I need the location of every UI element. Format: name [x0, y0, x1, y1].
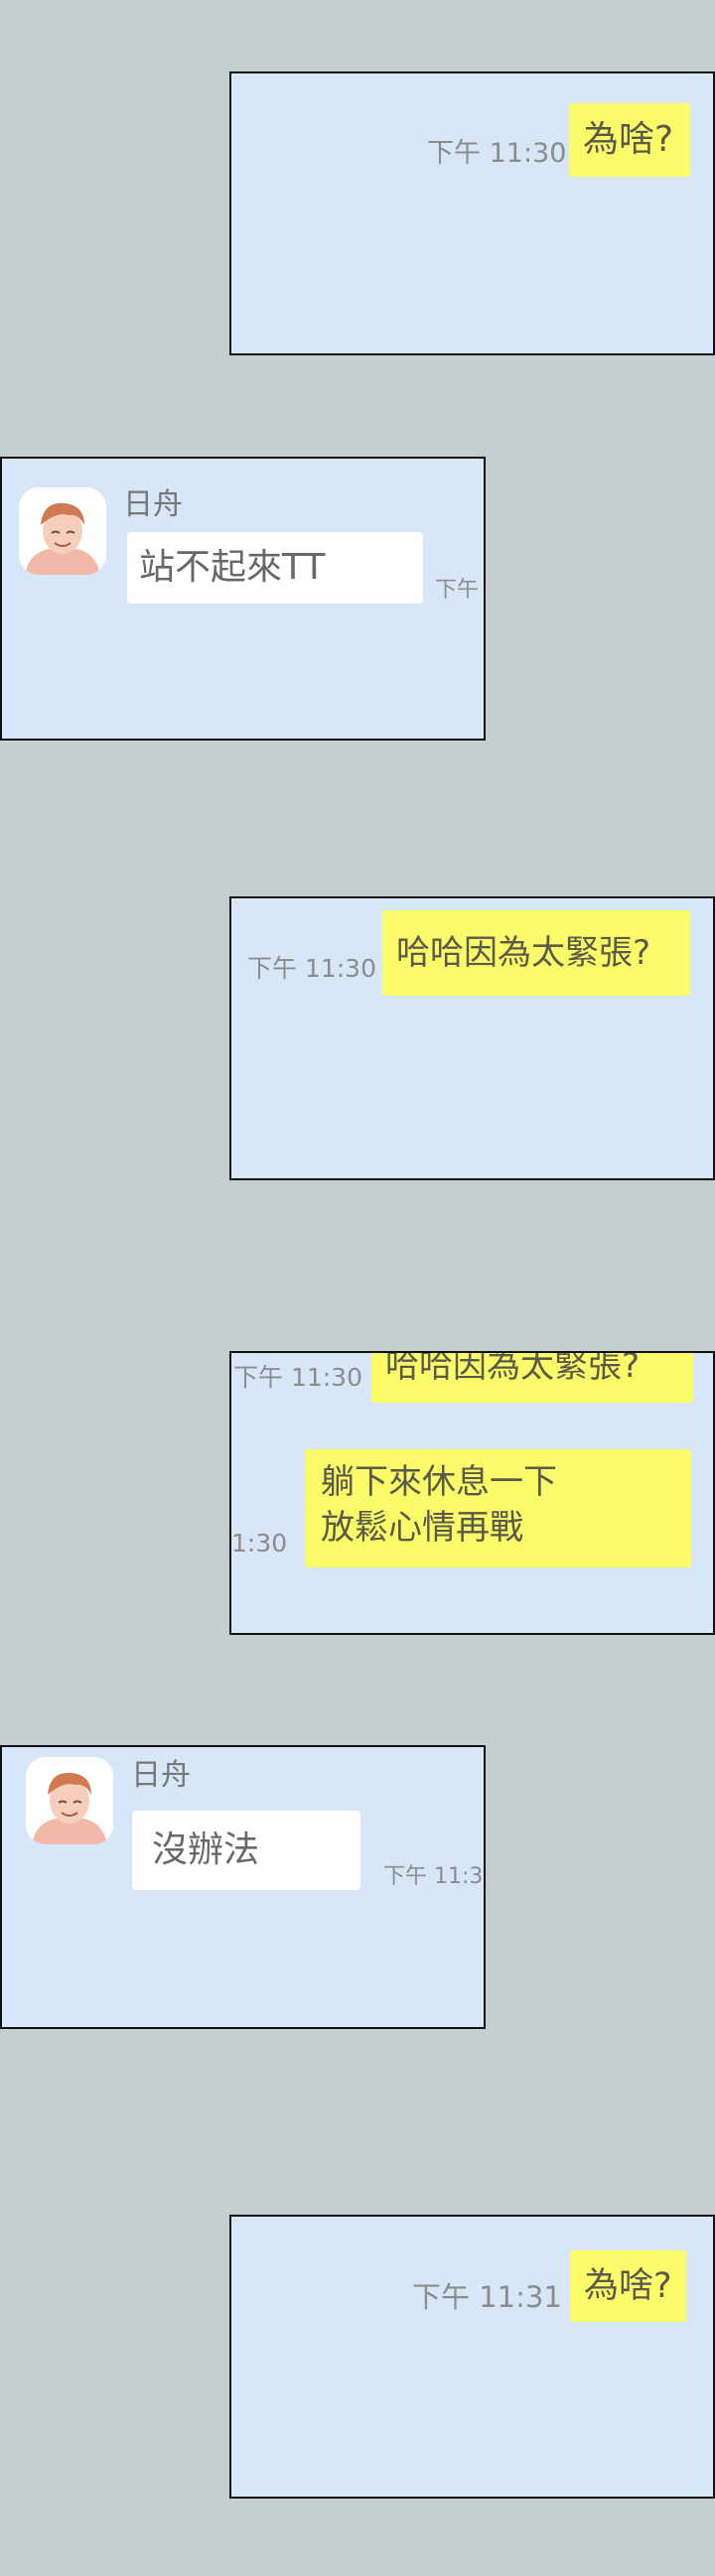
message-line-2: 放鬆心情再戰	[321, 1508, 523, 1548]
chat-panel-5: 日舟 沒辦法 下午 11:3	[0, 1745, 486, 2029]
received-message-bubble: 沒辦法	[132, 1811, 360, 1890]
sent-message-bubble: 為啥?	[570, 2250, 686, 2322]
chat-panel-4: 下午 11:30 哈哈因為太緊張? 1:30 躺下來休息一下 放鬆心情再戰	[229, 1351, 715, 1635]
message-timestamp: 下午	[435, 578, 480, 603]
message-timestamp: 下午 11:3	[383, 1864, 484, 1889]
sent-message-bubble: 躺下來休息一下 放鬆心情再戰	[305, 1449, 691, 1567]
previous-sent-message-bubble: 哈哈因為太緊張?	[371, 1353, 693, 1403]
sent-message-bubble: 為啥?	[569, 103, 690, 177]
message-timestamp: 下午 11:30	[247, 954, 376, 983]
chat-panel-1: 下午 11:30 為啥?	[229, 71, 715, 355]
avatar-icon	[19, 487, 106, 575]
avatar-icon	[26, 1757, 113, 1844]
chat-panel-3: 下午 11:30 哈哈因為太緊張?	[229, 896, 715, 1180]
message-timestamp: 下午 11:30	[427, 138, 567, 169]
sender-name: 日舟	[123, 487, 183, 522]
message-line-1: 躺下來休息一下	[321, 1462, 557, 1502]
message-timestamp: 1:30	[231, 1529, 288, 1558]
sent-message-bubble: 哈哈因為太緊張?	[382, 910, 690, 996]
message-timestamp: 下午 11:31	[412, 2280, 562, 2314]
previous-message-timestamp: 下午 11:30	[233, 1363, 362, 1392]
chat-panel-6: 下午 11:31 為啥?	[229, 2215, 715, 2499]
chat-panel-2: 日舟 站不起來TT 下午	[0, 457, 486, 741]
received-message-bubble: 站不起來TT	[127, 532, 423, 604]
sender-name: 日舟	[131, 1758, 191, 1793]
